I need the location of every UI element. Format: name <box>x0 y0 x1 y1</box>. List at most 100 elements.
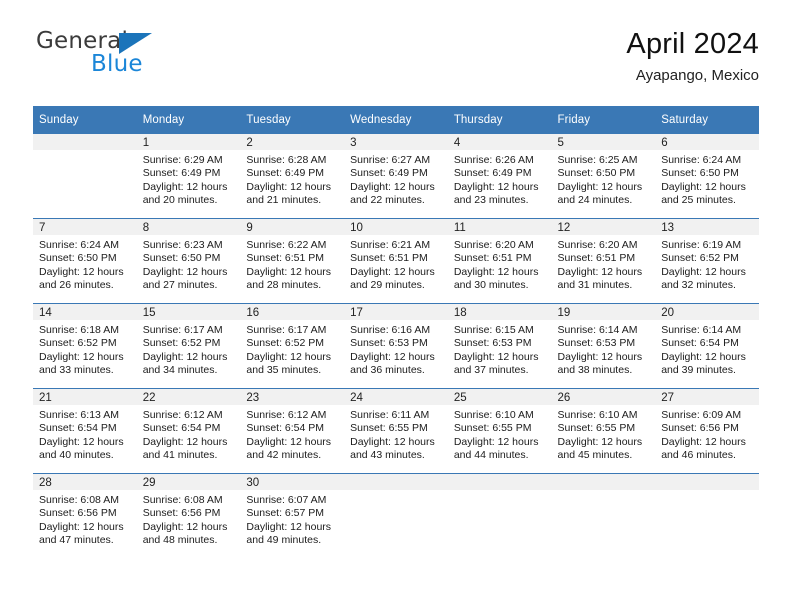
day-cell[interactable]: 9 Sunrise: 6:22 AM Sunset: 6:51 PM Dayli… <box>240 218 345 304</box>
daylight-text-line1: Daylight: 12 hours <box>350 180 435 193</box>
day-cell[interactable]: 19 Sunrise: 6:14 AM Sunset: 6:53 PM Dayl… <box>551 303 656 389</box>
daylight-text-line2: and 49 minutes. <box>246 534 322 547</box>
day-cell[interactable]: 28 Sunrise: 6:08 AM Sunset: 6:56 PM Dayl… <box>33 473 137 558</box>
day-number: 2 <box>240 134 345 150</box>
daylight-text-line2: and 42 minutes. <box>246 449 322 462</box>
sunrise-text: Sunrise: 6:26 AM <box>453 154 534 166</box>
day-number <box>447 474 552 490</box>
daylight-text-line2: and 46 minutes. <box>661 449 736 462</box>
day-cell[interactable]: 5 Sunrise: 6:25 AM Sunset: 6:50 PM Dayli… <box>551 134 656 219</box>
daylight-text-line1: Daylight: 12 hours <box>39 435 124 448</box>
day-details: Sunrise: 6:17 AM Sunset: 6:52 PM Dayligh… <box>240 320 344 378</box>
daylight-text-line1: Daylight: 12 hours <box>453 435 539 448</box>
day-number: 24 <box>344 389 448 405</box>
sunset-text: Sunset: 6:49 PM <box>350 167 428 180</box>
sunrise-text: Sunrise: 6:13 AM <box>39 409 119 421</box>
day-cell[interactable]: 15 Sunrise: 6:17 AM Sunset: 6:52 PM Dayl… <box>136 303 241 389</box>
day-cell[interactable]: 18 Sunrise: 6:15 AM Sunset: 6:53 PM Dayl… <box>447 303 552 389</box>
sunrise-text: Sunrise: 6:07 AM <box>246 494 327 506</box>
day-cell[interactable]: 17 Sunrise: 6:16 AM Sunset: 6:53 PM Dayl… <box>344 303 448 389</box>
day-cell[interactable]: 4 Sunrise: 6:26 AM Sunset: 6:49 PM Dayli… <box>447 134 552 219</box>
general-blue-logo: General Blue <box>33 26 263 82</box>
day-cell[interactable]: 27 Sunrise: 6:09 AM Sunset: 6:56 PM Dayl… <box>655 388 759 474</box>
sunset-text: Sunset: 6:49 PM <box>453 167 532 180</box>
day-details: Sunrise: 6:12 AM Sunset: 6:54 PM Dayligh… <box>137 405 241 463</box>
sunset-text: Sunset: 6:55 PM <box>557 422 636 435</box>
weekday-header-thursday: Thursday <box>447 106 552 134</box>
day-details <box>552 490 656 494</box>
daylight-text-line2: and 40 minutes. <box>39 449 114 462</box>
sunrise-text: Sunrise: 6:24 AM <box>39 239 119 251</box>
daylight-text-line1: Daylight: 12 hours <box>142 265 228 278</box>
sunset-text: Sunset: 6:51 PM <box>246 252 325 265</box>
sunset-text: Sunset: 6:53 PM <box>557 337 636 350</box>
sunrise-text: Sunrise: 6:21 AM <box>350 239 431 251</box>
day-details: Sunrise: 6:15 AM Sunset: 6:53 PM Dayligh… <box>448 320 552 378</box>
sunset-text: Sunset: 6:56 PM <box>661 422 739 435</box>
day-cell[interactable] <box>344 473 448 558</box>
sunset-text: Sunset: 6:53 PM <box>350 337 428 350</box>
day-details: Sunrise: 6:13 AM Sunset: 6:54 PM Dayligh… <box>33 405 137 463</box>
day-number: 5 <box>551 134 656 150</box>
calendar-table: Sunday Monday Tuesday Wednesday Thursday… <box>33 106 759 558</box>
day-cell[interactable]: 29 Sunrise: 6:08 AM Sunset: 6:56 PM Dayl… <box>136 473 241 558</box>
day-cell[interactable]: 25 Sunrise: 6:10 AM Sunset: 6:55 PM Dayl… <box>447 388 552 474</box>
sunset-text: Sunset: 6:51 PM <box>350 252 428 265</box>
sunrise-text: Sunrise: 6:09 AM <box>661 409 742 421</box>
day-number: 29 <box>136 474 241 490</box>
day-cell[interactable]: 6 Sunrise: 6:24 AM Sunset: 6:50 PM Dayli… <box>655 134 759 219</box>
logo-blue-text: Blue <box>91 51 143 77</box>
day-cell[interactable]: 12 Sunrise: 6:20 AM Sunset: 6:51 PM Dayl… <box>551 218 656 304</box>
day-cell[interactable]: 20 Sunrise: 6:14 AM Sunset: 6:54 PM Dayl… <box>655 303 759 389</box>
day-details: Sunrise: 6:12 AM Sunset: 6:54 PM Dayligh… <box>240 405 344 463</box>
daylight-text-line2: and 43 minutes. <box>350 449 425 462</box>
sunset-text: Sunset: 6:50 PM <box>142 252 221 265</box>
day-cell[interactable]: 16 Sunrise: 6:17 AM Sunset: 6:52 PM Dayl… <box>240 303 345 389</box>
day-details: Sunrise: 6:16 AM Sunset: 6:53 PM Dayligh… <box>344 320 448 378</box>
day-details: Sunrise: 6:21 AM Sunset: 6:51 PM Dayligh… <box>344 235 448 293</box>
day-cell[interactable]: 13 Sunrise: 6:19 AM Sunset: 6:52 PM Dayl… <box>655 218 759 304</box>
day-cell[interactable] <box>33 134 137 219</box>
day-cell[interactable] <box>447 473 552 558</box>
day-cell[interactable]: 22 Sunrise: 6:12 AM Sunset: 6:54 PM Dayl… <box>136 388 241 474</box>
day-details: Sunrise: 6:24 AM Sunset: 6:50 PM Dayligh… <box>655 150 759 208</box>
sunset-text: Sunset: 6:53 PM <box>453 337 532 350</box>
daylight-text-line2: and 24 minutes. <box>557 194 633 207</box>
daylight-text-line2: and 33 minutes. <box>39 364 114 377</box>
weekday-header-sunday: Sunday <box>33 106 137 134</box>
day-cell[interactable]: 2 Sunrise: 6:28 AM Sunset: 6:49 PM Dayli… <box>240 134 345 219</box>
day-number: 18 <box>447 304 552 320</box>
day-details: Sunrise: 6:17 AM Sunset: 6:52 PM Dayligh… <box>137 320 241 378</box>
day-cell[interactable]: 30 Sunrise: 6:07 AM Sunset: 6:57 PM Dayl… <box>240 473 345 558</box>
day-cell[interactable]: 11 Sunrise: 6:20 AM Sunset: 6:51 PM Dayl… <box>447 218 552 304</box>
weekday-header-tuesday: Tuesday <box>240 106 345 134</box>
day-cell[interactable] <box>655 473 759 558</box>
week-row: 14 Sunrise: 6:18 AM Sunset: 6:52 PM Dayl… <box>33 303 759 389</box>
sunset-text: Sunset: 6:49 PM <box>142 167 221 180</box>
daylight-text-line1: Daylight: 12 hours <box>142 350 228 363</box>
day-cell[interactable]: 14 Sunrise: 6:18 AM Sunset: 6:52 PM Dayl… <box>33 303 137 389</box>
day-cell[interactable]: 3 Sunrise: 6:27 AM Sunset: 6:49 PM Dayli… <box>344 134 448 219</box>
day-number: 21 <box>33 389 137 405</box>
sunrise-text: Sunrise: 6:24 AM <box>661 154 742 166</box>
sunset-text: Sunset: 6:50 PM <box>39 252 117 265</box>
day-cell[interactable] <box>551 473 656 558</box>
sunrise-text: Sunrise: 6:27 AM <box>350 154 431 166</box>
day-cell[interactable]: 26 Sunrise: 6:10 AM Sunset: 6:55 PM Dayl… <box>551 388 656 474</box>
day-details: Sunrise: 6:25 AM Sunset: 6:50 PM Dayligh… <box>552 150 656 208</box>
sunset-text: Sunset: 6:54 PM <box>142 422 221 435</box>
day-cell[interactable]: 8 Sunrise: 6:23 AM Sunset: 6:50 PM Dayli… <box>136 218 241 304</box>
day-cell[interactable]: 1 Sunrise: 6:29 AM Sunset: 6:49 PM Dayli… <box>136 134 241 219</box>
daylight-text-line1: Daylight: 12 hours <box>557 350 643 363</box>
sunrise-text: Sunrise: 6:17 AM <box>142 324 223 336</box>
calendar-header-row: Sunday Monday Tuesday Wednesday Thursday… <box>33 106 759 134</box>
day-cell[interactable]: 24 Sunrise: 6:11 AM Sunset: 6:55 PM Dayl… <box>344 388 448 474</box>
page-title: April 2024 <box>626 28 759 60</box>
day-cell[interactable]: 10 Sunrise: 6:21 AM Sunset: 6:51 PM Dayl… <box>344 218 448 304</box>
day-details: Sunrise: 6:28 AM Sunset: 6:49 PM Dayligh… <box>240 150 344 208</box>
day-cell[interactable]: 23 Sunrise: 6:12 AM Sunset: 6:54 PM Dayl… <box>240 388 345 474</box>
day-cell[interactable]: 7 Sunrise: 6:24 AM Sunset: 6:50 PM Dayli… <box>33 218 137 304</box>
day-cell[interactable]: 21 Sunrise: 6:13 AM Sunset: 6:54 PM Dayl… <box>33 388 137 474</box>
day-details: Sunrise: 6:10 AM Sunset: 6:55 PM Dayligh… <box>448 405 552 463</box>
sunset-text: Sunset: 6:57 PM <box>246 507 325 520</box>
